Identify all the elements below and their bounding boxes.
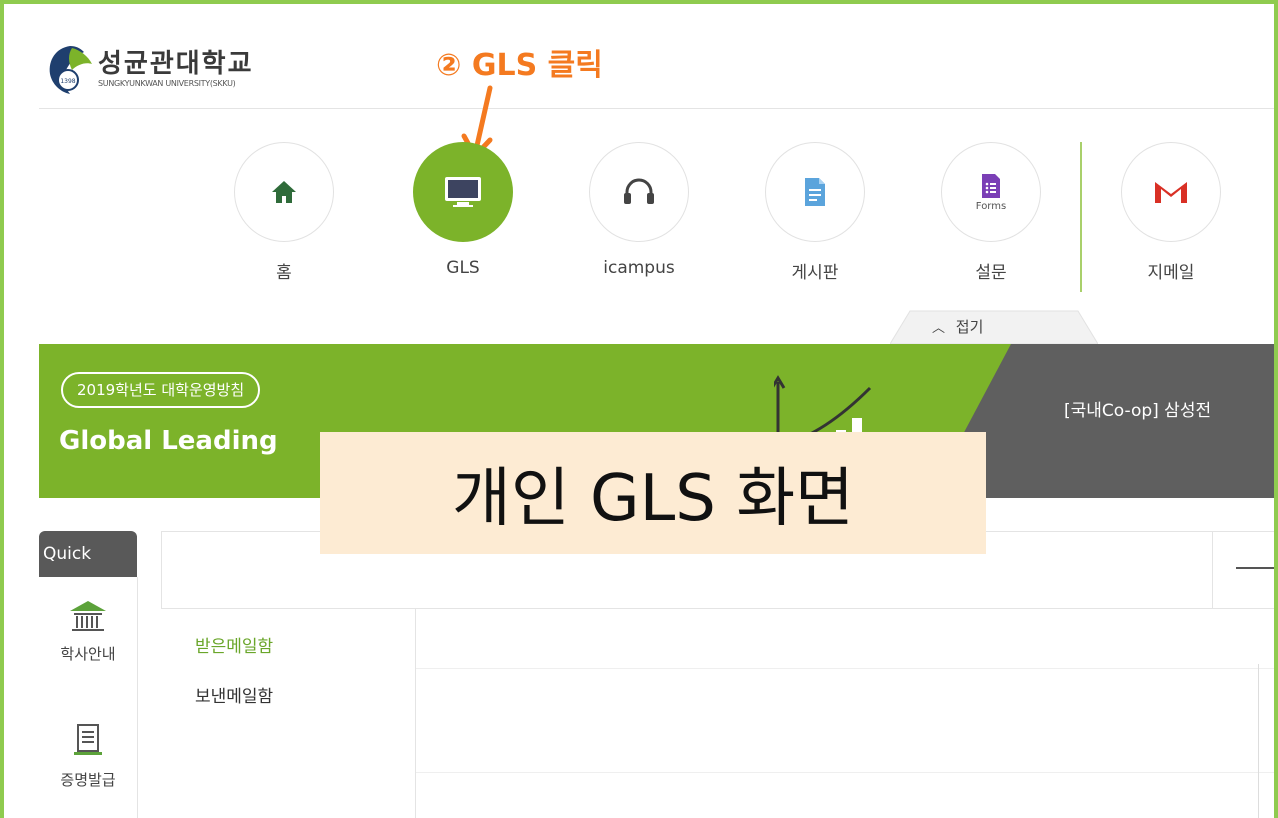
nav-label-survey: 설문	[975, 263, 1007, 283]
quick-tab[interactable]: Quick	[39, 531, 137, 577]
nav-label-gls: GLS	[446, 258, 480, 278]
nav-label-home: 홈	[276, 263, 292, 283]
quick-item-academic[interactable]: 학사안내	[39, 599, 137, 664]
header-divider	[39, 108, 1274, 109]
page-frame: 1398 성균관대학교 SUNGKYUNKWAN UNIVERSITY(SKKU…	[0, 0, 1278, 818]
nav-label-board: 게시판	[791, 263, 839, 283]
quick-item-certificate[interactable]: 증명발급	[39, 723, 137, 790]
scrollbar[interactable]	[1258, 664, 1259, 818]
logo-english-name: SUNGKYUNKWAN UNIVERSITY(SKKU)	[98, 78, 236, 88]
menu-item-inbox[interactable]: 받은메일함	[195, 632, 273, 657]
monitor-icon	[445, 177, 481, 207]
content-row-line	[416, 772, 1274, 773]
nav-label-icampus: icampus	[603, 258, 675, 278]
forms-icon	[982, 173, 1000, 198]
document-icon	[805, 178, 825, 206]
mail-menu: 받은메일함 보낸메일함	[161, 608, 416, 818]
banner-right-text[interactable]: [국내Co-op] 삼성전	[1064, 396, 1211, 421]
forms-caption: Forms	[975, 200, 1007, 212]
content-row-line	[416, 668, 1274, 669]
nav-label-gmail: 지메일	[1147, 263, 1195, 283]
quick-label-certificate: 증명발급	[60, 771, 116, 789]
logo-korean-name: 성균관대학교	[98, 48, 254, 79]
quick-label-academic: 학사안내	[60, 645, 116, 663]
nav-item-survey[interactable]: Forms 설문	[936, 142, 1046, 283]
minimize-icon[interactable]	[1236, 567, 1274, 569]
mail-content-area	[416, 608, 1274, 818]
toolbar-divider	[1212, 532, 1213, 608]
skku-logo[interactable]: 1398 성균관대학교 SUNGKYUNKWAN UNIVERSITY(SKKU…	[46, 40, 254, 96]
nav-divider	[1080, 142, 1082, 292]
nav-item-gls[interactable]: GLS	[408, 142, 518, 278]
ginkgo-leaf-icon: 1398	[46, 40, 96, 96]
nav-item-home[interactable]: 홈	[229, 142, 339, 283]
nav-circle-icampus	[589, 142, 689, 242]
nav-circle-gmail	[1121, 142, 1221, 242]
nav-circle-home	[234, 142, 334, 242]
chevron-up-icon: ︿	[932, 321, 946, 336]
banner-pill: 2019학년도 대학운영방침	[61, 372, 261, 408]
fold-tab[interactable]	[890, 310, 1098, 344]
nav-item-icampus[interactable]: icampus	[584, 142, 694, 278]
menu-item-sent[interactable]: 보낸메일함	[195, 682, 273, 707]
certificate-icon	[74, 724, 102, 755]
quick-sidebar: 학사안내 증명발급	[39, 577, 138, 818]
annotation-step: ② GLS 클릭	[436, 48, 603, 83]
fold-label: 접기	[955, 318, 984, 336]
nav-item-board[interactable]: 게시판	[760, 142, 870, 283]
logo-year: 1398	[60, 78, 75, 85]
nav-circle-gls	[413, 142, 513, 242]
nav-item-gmail[interactable]: 지메일	[1116, 142, 1226, 283]
nav-circle-survey: Forms	[941, 142, 1041, 242]
banner-title[interactable]: Global Leading	[59, 426, 278, 456]
gmail-icon	[1154, 181, 1188, 203]
fold-button[interactable]: ︿ 접기	[932, 316, 983, 337]
overlay-caption: 개인 GLS 화면	[320, 432, 986, 554]
headset-icon	[624, 178, 654, 204]
home-icon	[272, 181, 296, 203]
university-icon	[70, 601, 106, 631]
nav-circle-board	[765, 142, 865, 242]
